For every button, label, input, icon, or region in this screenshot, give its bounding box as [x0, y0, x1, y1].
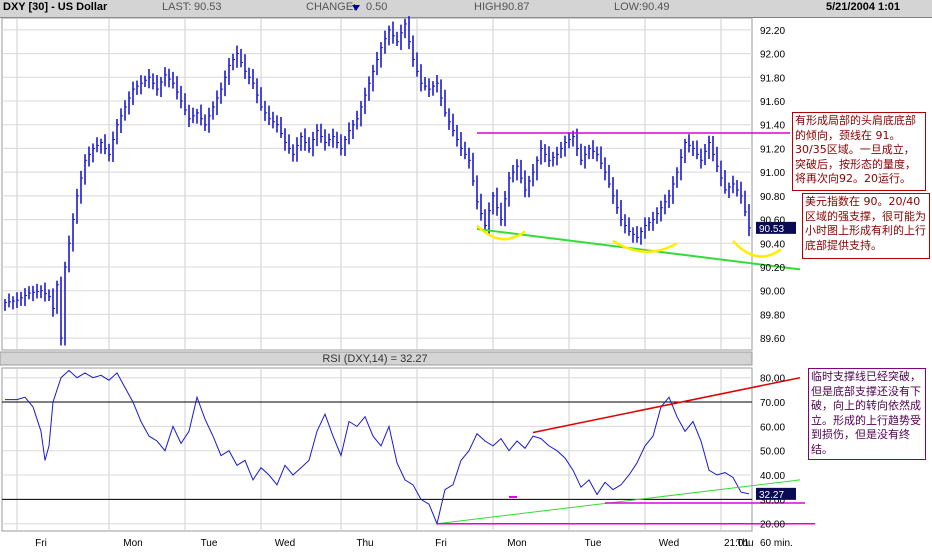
price-tick-label: 90.80: [760, 192, 785, 203]
rsi-grid: [2, 368, 752, 531]
x-axis-day-label: Wed: [275, 538, 295, 549]
price-tick-label: 90.00: [760, 287, 785, 298]
price-tick-label: 89.80: [760, 310, 785, 321]
price-last-label: 90.53: [759, 224, 784, 235]
price-tick-label: 91.00: [760, 168, 785, 179]
chart-canvas: 89.6089.8090.0090.2090.4090.6090.8091.00…: [0, 16, 815, 549]
rsi-title: RSI (DXY,14) = 32.27: [322, 353, 427, 365]
x-axis-day-label: Fri: [35, 538, 47, 549]
rsi-annotation-text: 临时支撑线已经突破，但是底部支撑还没有下破，向上的转向依然成立。形成的上行趋势受…: [811, 370, 921, 456]
x-axis-time-label: 21:01: [724, 538, 749, 549]
x-axis-day-label: Tue: [585, 538, 602, 549]
price-tick-label: 92.20: [760, 26, 785, 37]
price-tick-label: 90.40: [760, 239, 785, 250]
x-axis-interval-label: 60 min.: [760, 538, 793, 549]
axis-labels: 89.6089.8090.0090.2090.4090.6090.8091.00…: [35, 26, 796, 549]
x-axis-day-label: Tue: [201, 538, 218, 549]
trend-overlays: [436, 132, 815, 525]
price-series: [4, 16, 751, 346]
chart-frame: [0, 17, 753, 532]
price-tick-label: 91.20: [760, 144, 785, 155]
price-tick-label: 91.80: [760, 73, 785, 84]
rsi-tick-label: 80.00: [760, 374, 785, 385]
rsi-tick-label: 70.00: [760, 398, 785, 409]
x-axis-day-label: Thu: [356, 538, 373, 549]
x-axis-day-label: Fri: [435, 538, 447, 549]
price-tick-label: 89.60: [760, 334, 785, 345]
rsi-panel-frame: [1, 367, 753, 532]
rsi-tick-label: 60.00: [760, 422, 785, 433]
rsi-last-label: 32.27: [759, 490, 784, 501]
x-axis-day-label: Mon: [123, 538, 142, 549]
price-tick-label: 92.00: [760, 50, 785, 61]
price-tick-label: 90.20: [760, 263, 785, 274]
support-annotation: 美元指数在 90。20/40区域的强支撑，很可能为小时图上形成有利的上行底部提供…: [802, 193, 930, 259]
rsi-annotation: 临时支撑线已经突破，但是底部支撑还没有下破，向上的转向依然成立。形成的上行趋势受…: [808, 368, 926, 460]
rsi-tick-label: 20.00: [760, 520, 785, 531]
rsi-tick-label: 40.00: [760, 471, 785, 482]
x-axis-day-label: Mon: [507, 538, 526, 549]
price-tick-label: 91.40: [760, 121, 785, 132]
rsi-line: [5, 369, 750, 526]
pattern-annotation: 有形成局部的头肩底底部的倾向，颈线在 91。30/35区域。一旦成立，突破后，按…: [792, 112, 926, 191]
price-tick-label: 91.60: [760, 97, 785, 108]
rsi-series: [5, 369, 750, 526]
support-annotation-text: 美元指数在 90。20/40区域的强支撑，很可能为小时图上形成有利的上行底部提供…: [805, 195, 926, 252]
x-axis-day-label: Wed: [659, 538, 679, 549]
rsi-tick-label: 50.00: [760, 447, 785, 458]
pattern-annotation-text: 有形成局部的头肩底底部的倾向，颈线在 91。30/35区域。一旦成立，突破后，按…: [795, 114, 916, 185]
